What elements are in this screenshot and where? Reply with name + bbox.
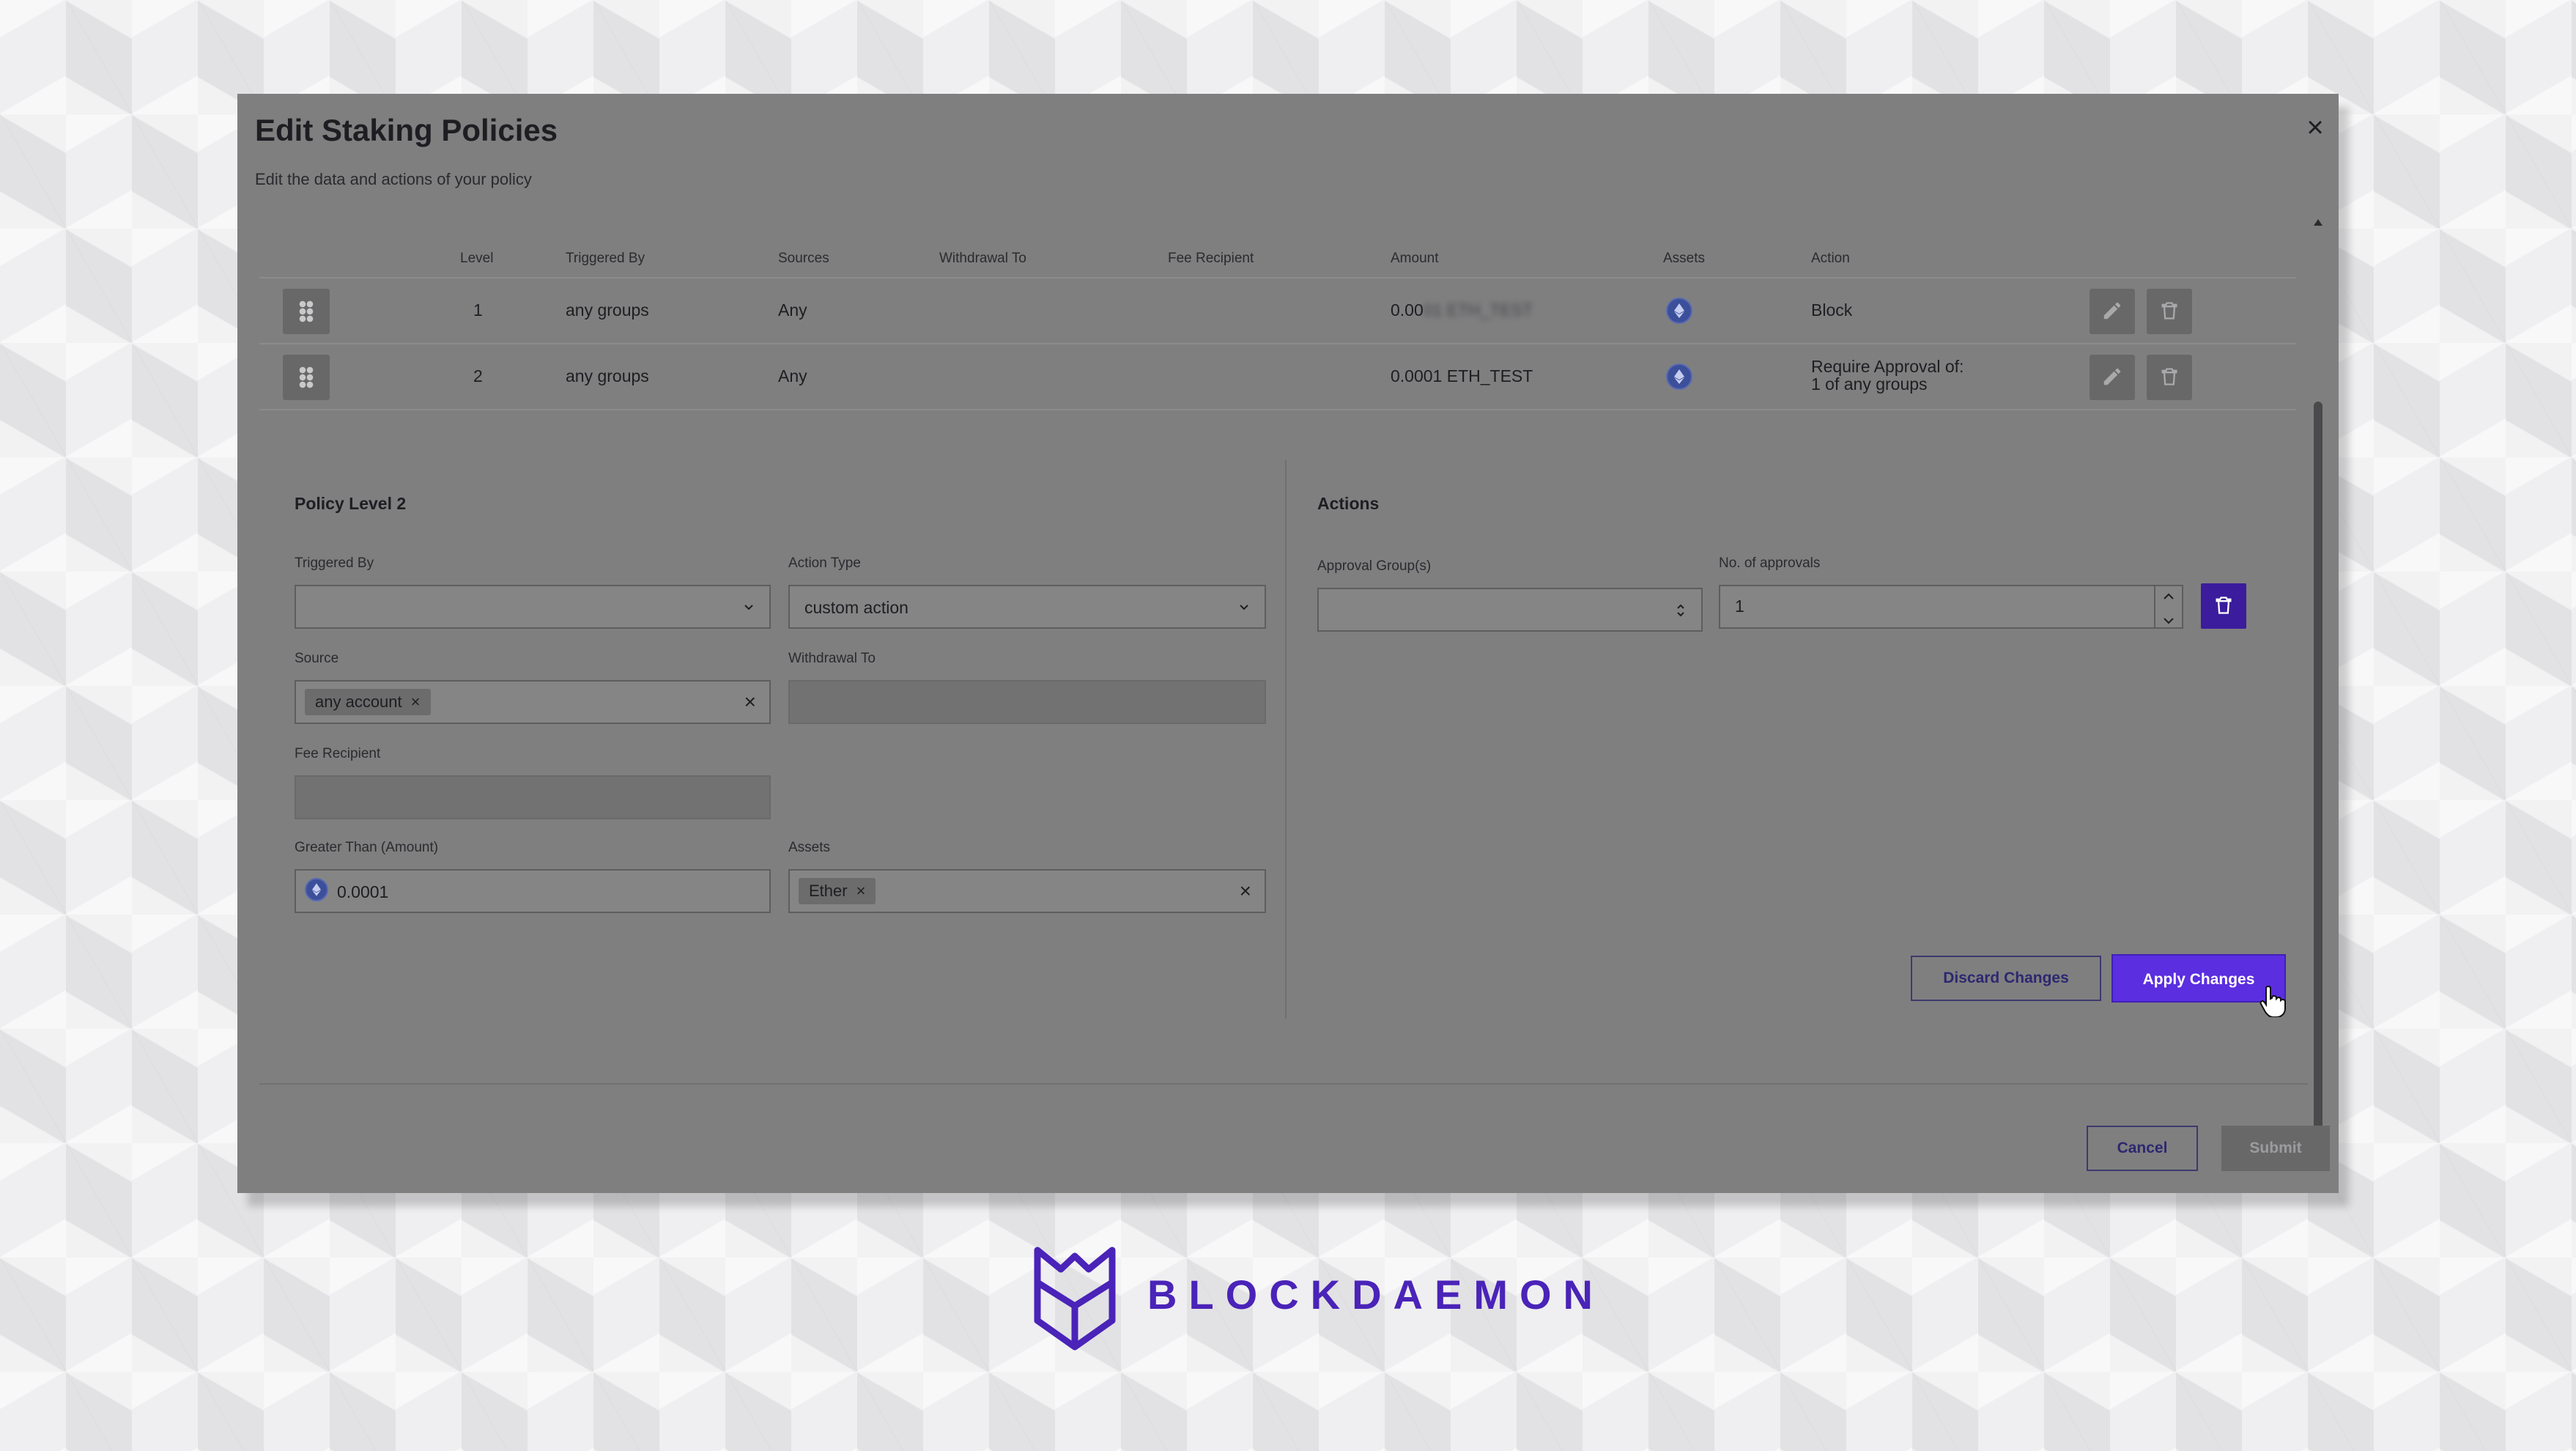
policy-level-title: Policy Level 2 (295, 494, 407, 513)
approvals-stepper[interactable]: 1 (1719, 585, 2183, 629)
edit-policies-modal: Edit Staking Policies Edit the data and … (237, 94, 2339, 1193)
assets-chip[interactable]: Ether × (799, 878, 876, 904)
ethereum-icon (305, 878, 328, 901)
withdrawal-label: Withdrawal To (788, 651, 876, 666)
col-withdrawal-to: Withdrawal To (939, 251, 1026, 266)
amount-value: 0.0001 (337, 882, 389, 901)
close-icon[interactable]: × (2301, 113, 2330, 142)
triggered-by-label: Triggered By (295, 555, 374, 571)
chevron-up-icon (2164, 593, 2174, 599)
stepper-buttons[interactable] (2154, 586, 2182, 627)
drag-handle-icon[interactable] (283, 355, 330, 400)
col-assets: Assets (1663, 251, 1706, 266)
source-chip[interactable]: any account × (305, 689, 431, 715)
row1-amount-blurred: 01 ETH_TEST (1423, 300, 1533, 320)
brand-name: BLOCKDAEMON (1147, 1271, 1605, 1318)
row1-triggered-by: any groups (566, 300, 649, 320)
action-type-value: custom action (804, 598, 908, 617)
cursor-hand-icon (2259, 985, 2286, 1017)
col-fee-recipient: Fee Recipient (1168, 251, 1254, 266)
blockdaemon-logo-icon (1034, 1247, 1116, 1351)
submit-button[interactable]: Submit (2221, 1126, 2330, 1171)
modal-title: Edit Staking Policies (255, 113, 558, 147)
clear-icon[interactable]: × (744, 690, 756, 714)
source-multiselect[interactable]: any account × × (295, 680, 771, 724)
approvals-value: 1 (1735, 597, 1744, 616)
triggered-by-select[interactable] (295, 585, 771, 629)
row2-action-line1: Require Approval of: (1811, 357, 1964, 376)
col-action: Action (1811, 251, 1850, 266)
modal-subtitle: Edit the data and actions of your policy (255, 170, 532, 188)
col-sources: Sources (778, 251, 829, 266)
chip-remove-icon: × (410, 693, 421, 711)
row2-triggered-by: any groups (566, 366, 649, 385)
cancel-button[interactable]: Cancel (2087, 1126, 2198, 1171)
scrollbar-thumb[interactable] (2314, 402, 2323, 1149)
chevron-down-icon (2164, 618, 2174, 624)
row2-amount: 0.0001 ETH_TEST (1391, 366, 1533, 385)
col-triggered-by: Triggered By (566, 251, 645, 266)
row1-action: Block (1811, 300, 1853, 320)
chip-remove-icon: × (856, 882, 866, 900)
scroll-up-icon[interactable] (2312, 217, 2324, 227)
footer-divider (259, 1083, 2308, 1085)
col-level: Level (460, 251, 494, 266)
fee-recipient-label: Fee Recipient (295, 746, 381, 761)
divider (259, 343, 2296, 344)
source-label: Source (295, 651, 339, 666)
sort-arrows-icon (1677, 604, 1684, 617)
withdrawal-to-field (788, 680, 1266, 724)
section-divider (1285, 460, 1287, 1019)
approvals-label: No. of approvals (1719, 555, 1821, 571)
discard-changes-button[interactable]: Discard Changes (1911, 956, 2101, 1001)
approval-groups-select[interactable] (1317, 588, 1703, 632)
edit-icon[interactable] (2090, 355, 2135, 400)
row2-action-line2: 1 of any groups (1811, 374, 1928, 394)
col-amount: Amount (1391, 251, 1439, 266)
row1-amount: 0.0001 ETH_TEST (1391, 300, 1533, 320)
fee-recipient-field (295, 775, 771, 819)
assets-multiselect[interactable]: Ether × × (788, 869, 1266, 913)
clear-icon[interactable]: × (1240, 879, 1251, 903)
chevron-down-icon (744, 605, 753, 610)
delete-approval-button[interactable] (2201, 583, 2246, 629)
trash-icon[interactable] (2147, 355, 2192, 400)
action-type-label: Action Type (788, 555, 861, 571)
drag-handle-icon[interactable] (283, 289, 330, 334)
row1-level: 1 (473, 300, 483, 320)
amount-label: Greater Than (Amount) (295, 840, 439, 855)
row1-sources: Any (778, 300, 807, 320)
ethereum-icon (1666, 363, 1692, 390)
row2-sources: Any (778, 366, 807, 385)
row2-level: 2 (473, 366, 483, 385)
divider (259, 277, 2296, 278)
trash-icon (2216, 597, 2232, 614)
trash-icon[interactable] (2147, 289, 2192, 334)
actions-title: Actions (1317, 494, 1380, 513)
chevron-down-icon (1240, 605, 1248, 610)
row2-action: Require Approval of: 1 of any groups (1811, 358, 1964, 393)
ethereum-icon (1666, 298, 1692, 324)
assets-label: Assets (788, 840, 831, 855)
action-type-select[interactable]: custom action (788, 585, 1266, 629)
divider (259, 409, 2296, 410)
amount-input[interactable]: 0.0001 (295, 869, 771, 913)
approval-groups-label: Approval Group(s) (1317, 558, 1432, 574)
edit-icon[interactable] (2090, 289, 2135, 334)
